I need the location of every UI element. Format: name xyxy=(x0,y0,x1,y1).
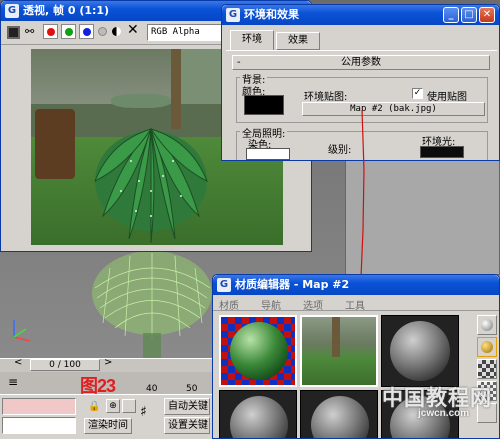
render-time-button[interactable]: 渲染时间 xyxy=(84,418,132,434)
clone-icon[interactable]: ⚯ xyxy=(25,25,34,38)
sample-slot-3[interactable] xyxy=(381,315,459,387)
rollout-title: 公用参数 xyxy=(341,57,381,68)
set-key-button[interactable]: 设置关键 xyxy=(164,417,210,434)
env-map-label: 环境贴图: xyxy=(304,92,348,103)
time-slider[interactable]: 0 / 100 xyxy=(30,359,100,371)
background-color-swatch[interactable] xyxy=(244,95,284,115)
green-channel-icon[interactable] xyxy=(61,24,76,39)
tab-effects[interactable]: 效果 xyxy=(276,32,320,50)
tab-environment-label: 环境 xyxy=(242,34,262,45)
sample-slot-4[interactable] xyxy=(219,390,297,438)
close-button[interactable]: ✕ xyxy=(479,7,495,23)
axis-gizmo xyxy=(13,320,31,342)
use-map-checkbox[interactable]: ✓ xyxy=(412,88,423,99)
timeline-tick-40: 40 xyxy=(146,384,158,394)
timeline-tick-50: 50 xyxy=(186,384,198,394)
rendered-cactus xyxy=(94,128,208,244)
track-bar-icon[interactable]: ≡ xyxy=(8,375,18,389)
tab-environment[interactable]: 环境 xyxy=(230,30,274,50)
key-icon[interactable]: ♯ xyxy=(140,404,147,420)
auto-key-button[interactable]: 自动关键 xyxy=(164,398,210,415)
red-channel-icon[interactable] xyxy=(43,24,58,39)
time-slider-prev[interactable]: < xyxy=(14,357,22,368)
max-logo-icon: G xyxy=(217,278,231,292)
menu-options[interactable]: 选项 xyxy=(303,297,323,312)
use-map-label: 使用贴图 xyxy=(427,92,467,103)
env-map-button[interactable]: Map #2 (bak.jpg) xyxy=(302,102,485,116)
render-window-title: 透视, 帧 0 (1:1) xyxy=(23,4,110,17)
max-logo-icon: G xyxy=(226,8,240,22)
menu-navigation[interactable]: 导航 xyxy=(261,297,281,312)
sample-slot-2[interactable] xyxy=(300,315,378,387)
clear-icon[interactable]: ✕ xyxy=(127,22,139,38)
lock-icon[interactable]: 🔒 xyxy=(88,401,100,412)
minimize-button[interactable]: _ xyxy=(443,7,459,23)
time-slider-label: 0 / 100 xyxy=(49,360,81,370)
time-slider-next[interactable]: > xyxy=(104,357,112,368)
blue-channel-icon[interactable] xyxy=(79,24,94,39)
material-editor-titlebar: G 材质编辑器 - Map #2 xyxy=(213,275,499,295)
sample-type-button[interactable] xyxy=(477,315,497,335)
sample-slot-1[interactable] xyxy=(219,315,297,387)
env-dialog-titlebar: G 环境和效果 _ □ ✕ xyxy=(222,5,499,25)
save-icon[interactable] xyxy=(7,26,20,39)
maxscript-output[interactable] xyxy=(2,417,76,434)
mono-icon[interactable] xyxy=(112,27,121,36)
background-button[interactable] xyxy=(477,359,497,379)
wireframe-cactus xyxy=(92,251,212,358)
material-menubar: 材质 导航 选项 工具 xyxy=(213,295,499,312)
maxscript-listener[interactable] xyxy=(2,398,76,415)
auto-key-label: 自动关键 xyxy=(168,401,208,412)
sphere-icon xyxy=(481,319,493,331)
maximize-button[interactable]: □ xyxy=(461,7,477,23)
tab-effects-label: 效果 xyxy=(288,35,308,46)
ambient-color-swatch[interactable] xyxy=(420,146,464,158)
menu-material[interactable]: 材质 xyxy=(219,297,239,312)
set-key-label: 设置关键 xyxy=(168,420,208,431)
absolute-mode-icon[interactable]: ⊕ xyxy=(106,399,120,413)
max-logo-icon: G xyxy=(5,4,19,18)
rollout-minus-icon: - xyxy=(237,57,241,68)
level-label: 级别: xyxy=(328,145,352,156)
sample-slot-5[interactable] xyxy=(300,390,378,438)
menu-tools[interactable]: 工具 xyxy=(345,297,365,312)
env-dialog-title: 环境和效果 xyxy=(244,8,299,21)
watermark-url: jcwcn.com xyxy=(418,408,470,419)
backlight-button[interactable] xyxy=(477,337,497,357)
common-params-rollout[interactable]: - 公用参数 xyxy=(232,55,490,70)
render-time-label: 渲染时间 xyxy=(88,420,128,431)
backlight-icon xyxy=(481,341,493,353)
selection-icon[interactable] xyxy=(122,399,136,413)
material-editor-title: 材质编辑器 - Map #2 xyxy=(235,278,350,291)
tint-color-swatch[interactable] xyxy=(246,148,290,160)
alpha-channel-icon[interactable] xyxy=(98,27,107,36)
